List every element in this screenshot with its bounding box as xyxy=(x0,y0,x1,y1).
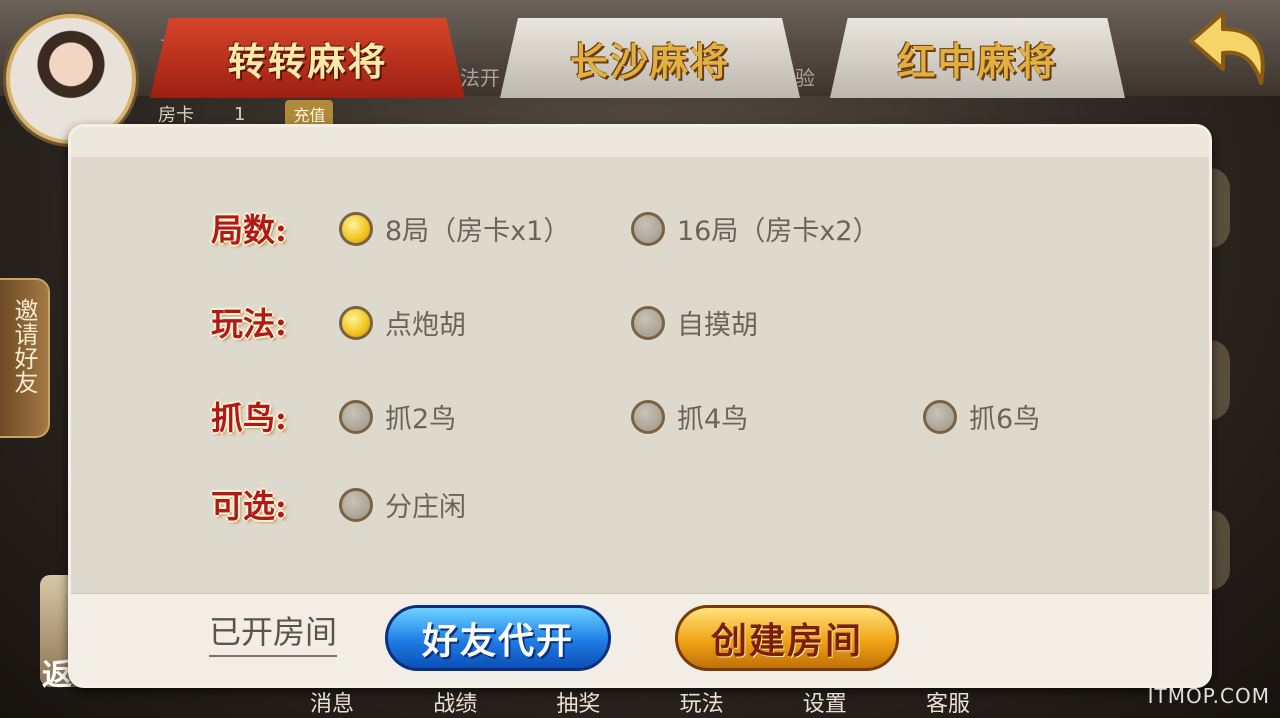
catch-bird-label: 抓鸟: xyxy=(211,399,287,437)
radio-unselected-icon[interactable] xyxy=(631,305,665,340)
open-for-friend-button[interactable]: 好友代开 xyxy=(385,605,611,671)
nav-item-messages[interactable]: 消息 xyxy=(310,686,354,718)
rounds-option-8[interactable]: 8局（房卡x1） xyxy=(339,209,570,248)
radio-selected-icon[interactable] xyxy=(339,305,373,340)
tab-changsha-mahjong[interactable]: 长沙麻将 xyxy=(500,18,800,98)
back-button[interactable] xyxy=(1186,8,1274,88)
option-label: 抓6鸟 xyxy=(969,404,1041,435)
nav-item-service[interactable]: 客服 xyxy=(926,686,970,718)
nav-item-lottery[interactable]: 抽奖 xyxy=(556,686,600,718)
optional-option-banker[interactable]: 分庄闲 xyxy=(339,485,466,524)
option-label: 抓2鸟 xyxy=(385,404,457,435)
tab-hongzhong-mahjong[interactable]: 红中麻将 xyxy=(830,18,1125,98)
radio-unselected-icon[interactable] xyxy=(923,399,957,434)
rounds-row: 局数: xyxy=(211,203,311,253)
option-label: 点炮胡 xyxy=(385,310,466,341)
radio-unselected-icon[interactable] xyxy=(631,399,665,434)
radio-selected-icon[interactable] xyxy=(339,211,373,246)
play-mode-option-dianpao[interactable]: 点炮胡 xyxy=(339,303,466,342)
panel-action-bar: 已开房间 好友代开 创建房间 xyxy=(71,593,1209,685)
tab-zhuanzhuan-mahjong[interactable]: 转转麻将 xyxy=(150,18,465,98)
option-label: 16局（房卡x2） xyxy=(677,216,880,247)
rounds-option-16[interactable]: 16局（房卡x2） xyxy=(631,209,880,248)
checkbox-unselected-icon[interactable] xyxy=(339,487,373,522)
catch-bird-option-2[interactable]: 抓2鸟 xyxy=(339,397,456,436)
catch-bird-option-6[interactable]: 抓6鸟 xyxy=(923,397,1040,436)
play-mode-row: 玩法: xyxy=(211,297,311,347)
optional-row: 可选: xyxy=(211,479,311,529)
create-room-panel: 局数: 8局（房卡x1） 16局（房卡x2） 玩法: 点炮胡 自摸胡 抓鸟: 抓… xyxy=(68,124,1212,688)
option-label: 分庄闲 xyxy=(385,492,466,523)
optional-label: 可选: xyxy=(211,487,287,525)
bottom-nav: 消息 战绩 抽奖 玩法 设置 客服 xyxy=(270,686,1010,718)
radio-unselected-icon[interactable] xyxy=(339,399,373,434)
invite-friends-button[interactable]: 邀请好友 xyxy=(0,278,50,438)
panel-header-strip xyxy=(71,127,1209,157)
option-label: 自摸胡 xyxy=(677,310,758,341)
back-arrow-icon xyxy=(1189,11,1265,85)
opened-rooms-link[interactable]: 已开房间 xyxy=(209,607,338,657)
create-room-button[interactable]: 创建房间 xyxy=(675,605,899,671)
nav-item-rules[interactable]: 玩法 xyxy=(680,686,724,718)
option-label: 抓4鸟 xyxy=(677,404,749,435)
radio-unselected-icon[interactable] xyxy=(631,211,665,246)
play-mode-option-zimo[interactable]: 自摸胡 xyxy=(631,303,758,342)
rounds-label: 局数: xyxy=(211,211,287,249)
play-mode-label: 玩法: xyxy=(211,305,287,343)
nav-item-records[interactable]: 战绩 xyxy=(433,686,477,718)
watermark: ITMOP.COM xyxy=(1147,684,1270,708)
option-label: 8局（房卡x1） xyxy=(385,216,571,247)
catch-bird-option-4[interactable]: 抓4鸟 xyxy=(631,397,748,436)
nav-item-settings[interactable]: 设置 xyxy=(803,686,847,718)
room-card-count: 1 xyxy=(234,103,246,125)
catch-bird-row: 抓鸟: xyxy=(211,391,311,441)
